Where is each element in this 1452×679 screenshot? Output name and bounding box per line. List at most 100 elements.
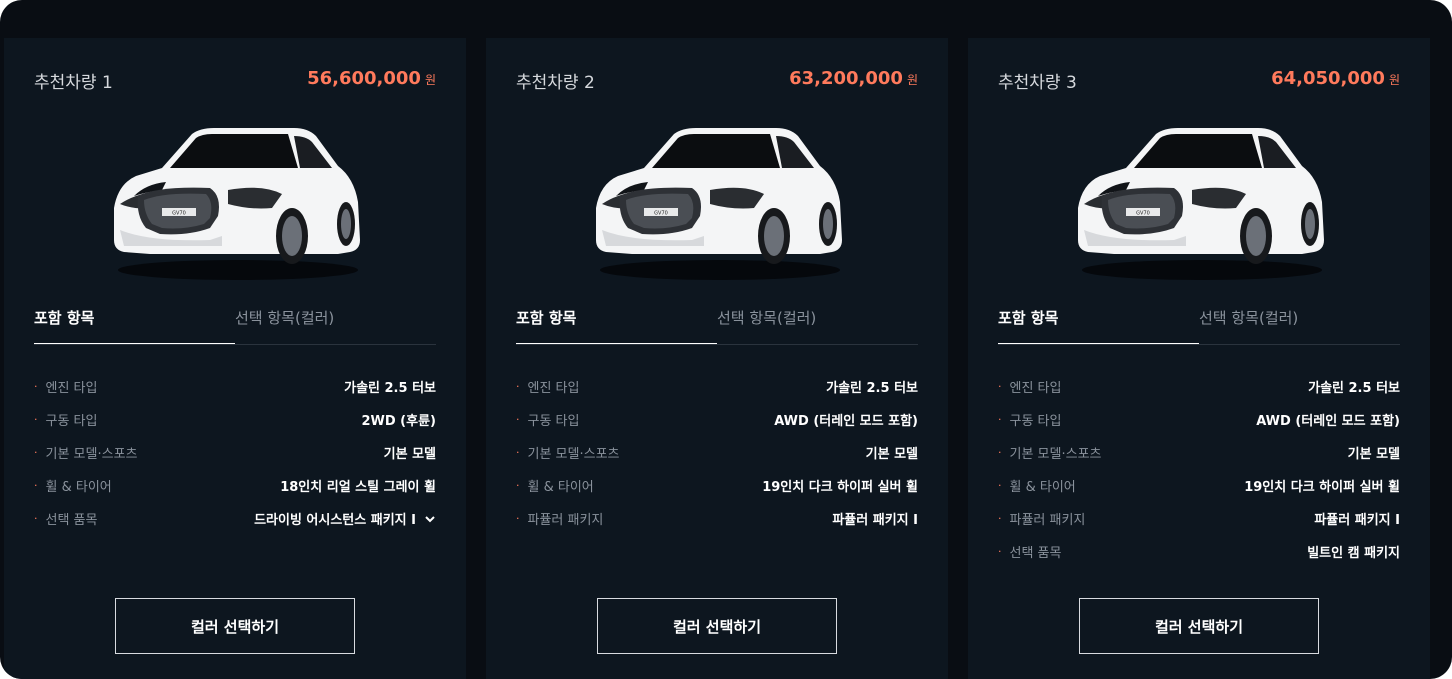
spec-value: 기본 모델: [1347, 447, 1400, 462]
recommendation-cards: 추천차량 1 56,600,000 원 GV70 포함 항목 선택 항목(컬러)…: [4, 38, 1448, 679]
item-tabs: 포함 항목 선택 항목(컬러): [998, 298, 1400, 345]
app-frame: 추천차량 1 56,600,000 원 GV70 포함 항목 선택 항목(컬러)…: [0, 0, 1452, 679]
spec-row: · 선택 품목 빌트인 캠 패키지: [998, 535, 1400, 568]
spec-label-text: 엔진 타입: [1009, 381, 1062, 396]
card-title: 추천차량 2: [516, 73, 595, 93]
card-title: 추천차량 1: [34, 73, 113, 93]
spec-row: · 구동 타입 AWD (터레인 모드 포함): [516, 403, 918, 436]
bullet-icon: ·: [998, 446, 1002, 459]
car-badge: GV70: [172, 211, 186, 217]
spec-value: 기본 모델: [383, 447, 436, 462]
tab-included-items[interactable]: 포함 항목: [998, 298, 1199, 344]
tab-included-items[interactable]: 포함 항목: [34, 298, 235, 344]
spec-row-dropdown[interactable]: · 선택 품목 드라이빙 어시스턴스 패키지 I: [34, 502, 436, 535]
spec-label: · 선택 품목: [34, 509, 97, 528]
spec-value: 파퓰러 패키지 I: [832, 513, 918, 528]
select-color-button[interactable]: 컬러 선택하기: [1079, 598, 1319, 654]
spec-label: · 기본 모델·스포츠: [998, 443, 1102, 462]
spec-value: 가솔린 2.5 터보: [826, 381, 918, 396]
spec-label-text: 엔진 타입: [45, 381, 98, 396]
price-unit: 원: [906, 73, 918, 87]
spec-value: 기본 모델: [865, 447, 918, 462]
spec-label-text: 기본 모델·스포츠: [1009, 447, 1102, 462]
bullet-icon: ·: [516, 446, 520, 459]
spec-value: AWD (터레인 모드 포함): [774, 414, 918, 429]
price-value: 63,200,000: [789, 68, 903, 89]
tab-included-items[interactable]: 포함 항목: [516, 298, 717, 344]
car-badge: GV70: [1136, 211, 1150, 217]
tab-optional-items-color[interactable]: 선택 항목(컬러): [235, 298, 436, 344]
spec-value: 19인치 다크 하이퍼 실버 휠: [1244, 480, 1400, 495]
spec-row: · 기본 모델·스포츠 기본 모델: [34, 436, 436, 469]
spec-row: · 엔진 타입 가솔린 2.5 터보: [34, 370, 436, 403]
bullet-icon: ·: [998, 512, 1002, 525]
spec-label-text: 휠 & 타이어: [527, 480, 594, 495]
spec-value: AWD (터레인 모드 포함): [1256, 414, 1400, 429]
spec-row: · 휠 & 타이어 19인치 다크 하이퍼 실버 휠: [998, 469, 1400, 502]
bullet-icon: ·: [34, 446, 38, 459]
spec-label: · 엔진 타입: [516, 377, 579, 396]
spec-label-text: 파퓰러 패키지: [1009, 513, 1086, 528]
spec-label: · 엔진 타입: [34, 377, 97, 396]
item-tabs: 포함 항목 선택 항목(컬러): [516, 298, 918, 345]
tab-optional-items-color[interactable]: 선택 항목(컬러): [1199, 298, 1400, 344]
spec-value-select[interactable]: 드라이빙 어시스턴스 패키지 I: [254, 509, 436, 528]
bullet-icon: ·: [998, 479, 1002, 492]
bullet-icon: ·: [516, 512, 520, 525]
spec-row: · 엔진 타입 가솔린 2.5 터보: [998, 370, 1400, 403]
car-image: GV70: [1078, 128, 1324, 280]
spec-list: · 엔진 타입 가솔린 2.5 터보 · 구동 타입 AWD (터레인 모드 포함) ·…: [516, 370, 918, 535]
bullet-icon: ·: [998, 413, 1002, 426]
spec-value: 18인치 리얼 스틸 그레이 휠: [280, 480, 436, 495]
spec-value: 가솔린 2.5 터보: [1308, 381, 1400, 396]
spec-row: · 기본 모델·스포츠 기본 모델: [998, 436, 1400, 469]
spec-label: · 파퓰러 패키지: [998, 509, 1085, 528]
select-color-button[interactable]: 컬러 선택하기: [115, 598, 355, 654]
spec-label-text: 기본 모델·스포츠: [45, 447, 138, 462]
spec-label: · 구동 타입: [516, 410, 579, 429]
spec-row: · 휠 & 타이어 19인치 다크 하이퍼 실버 휠: [516, 469, 918, 502]
price: 56,600,000 원: [307, 68, 436, 89]
bullet-icon: ·: [516, 380, 520, 393]
spec-value: 파퓰러 패키지 I: [1314, 513, 1400, 528]
spec-row: · 구동 타입 AWD (터레인 모드 포함): [998, 403, 1400, 436]
bullet-icon: ·: [34, 380, 38, 393]
spec-label-text: 기본 모델·스포츠: [527, 447, 620, 462]
spec-label: · 휠 & 타이어: [516, 476, 594, 495]
item-tabs: 포함 항목 선택 항목(컬러): [34, 298, 436, 345]
spec-row: · 구동 타입 2WD (후륜): [34, 403, 436, 436]
select-color-button[interactable]: 컬러 선택하기: [597, 598, 837, 654]
bullet-icon: ·: [34, 512, 38, 525]
spec-row: · 파퓰러 패키지 파퓰러 패키지 I: [516, 502, 918, 535]
price: 64,050,000 원: [1271, 68, 1400, 89]
spec-label-text: 구동 타입: [527, 414, 580, 429]
spec-label-text: 구동 타입: [1009, 414, 1062, 429]
bullet-icon: ·: [516, 479, 520, 492]
spec-label-text: 선택 품목: [1009, 546, 1062, 561]
spec-row: · 파퓰러 패키지 파퓰러 패키지 I: [998, 502, 1400, 535]
spec-row: · 휠 & 타이어 18인치 리얼 스틸 그레이 휠: [34, 469, 436, 502]
spec-label: · 엔진 타입: [998, 377, 1061, 396]
recommendation-card-3: 추천차량 3 64,050,000 원 GV70 포함 항목 선택 항목(컬러)…: [968, 38, 1430, 679]
spec-value: 드라이빙 어시스턴스 패키지 I: [254, 513, 416, 528]
chevron-down-icon[interactable]: [424, 513, 436, 525]
spec-label: · 휠 & 타이어: [34, 476, 112, 495]
spec-value: 가솔린 2.5 터보: [344, 381, 436, 396]
spec-label: · 기본 모델·스포츠: [516, 443, 620, 462]
spec-label: · 선택 품목: [998, 542, 1061, 561]
price-value: 64,050,000: [1271, 68, 1385, 89]
spec-label: · 구동 타입: [34, 410, 97, 429]
spec-label: · 구동 타입: [998, 410, 1061, 429]
spec-label-text: 파퓰러 패키지: [527, 513, 604, 528]
price-value: 56,600,000: [307, 68, 421, 89]
spec-label: · 기본 모델·스포츠: [34, 443, 138, 462]
spec-row: · 기본 모델·스포츠 기본 모델: [516, 436, 918, 469]
bullet-icon: ·: [34, 413, 38, 426]
spec-list: · 엔진 타입 가솔린 2.5 터보 · 구동 타입 2WD (후륜) · 기본 모델·스…: [34, 370, 436, 535]
card-title: 추천차량 3: [998, 73, 1077, 93]
spec-label-text: 선택 품목: [45, 513, 98, 528]
tab-optional-items-color[interactable]: 선택 항목(컬러): [717, 298, 918, 344]
bullet-icon: ·: [34, 479, 38, 492]
spec-label: · 파퓰러 패키지: [516, 509, 603, 528]
car-image: GV70: [596, 128, 842, 280]
